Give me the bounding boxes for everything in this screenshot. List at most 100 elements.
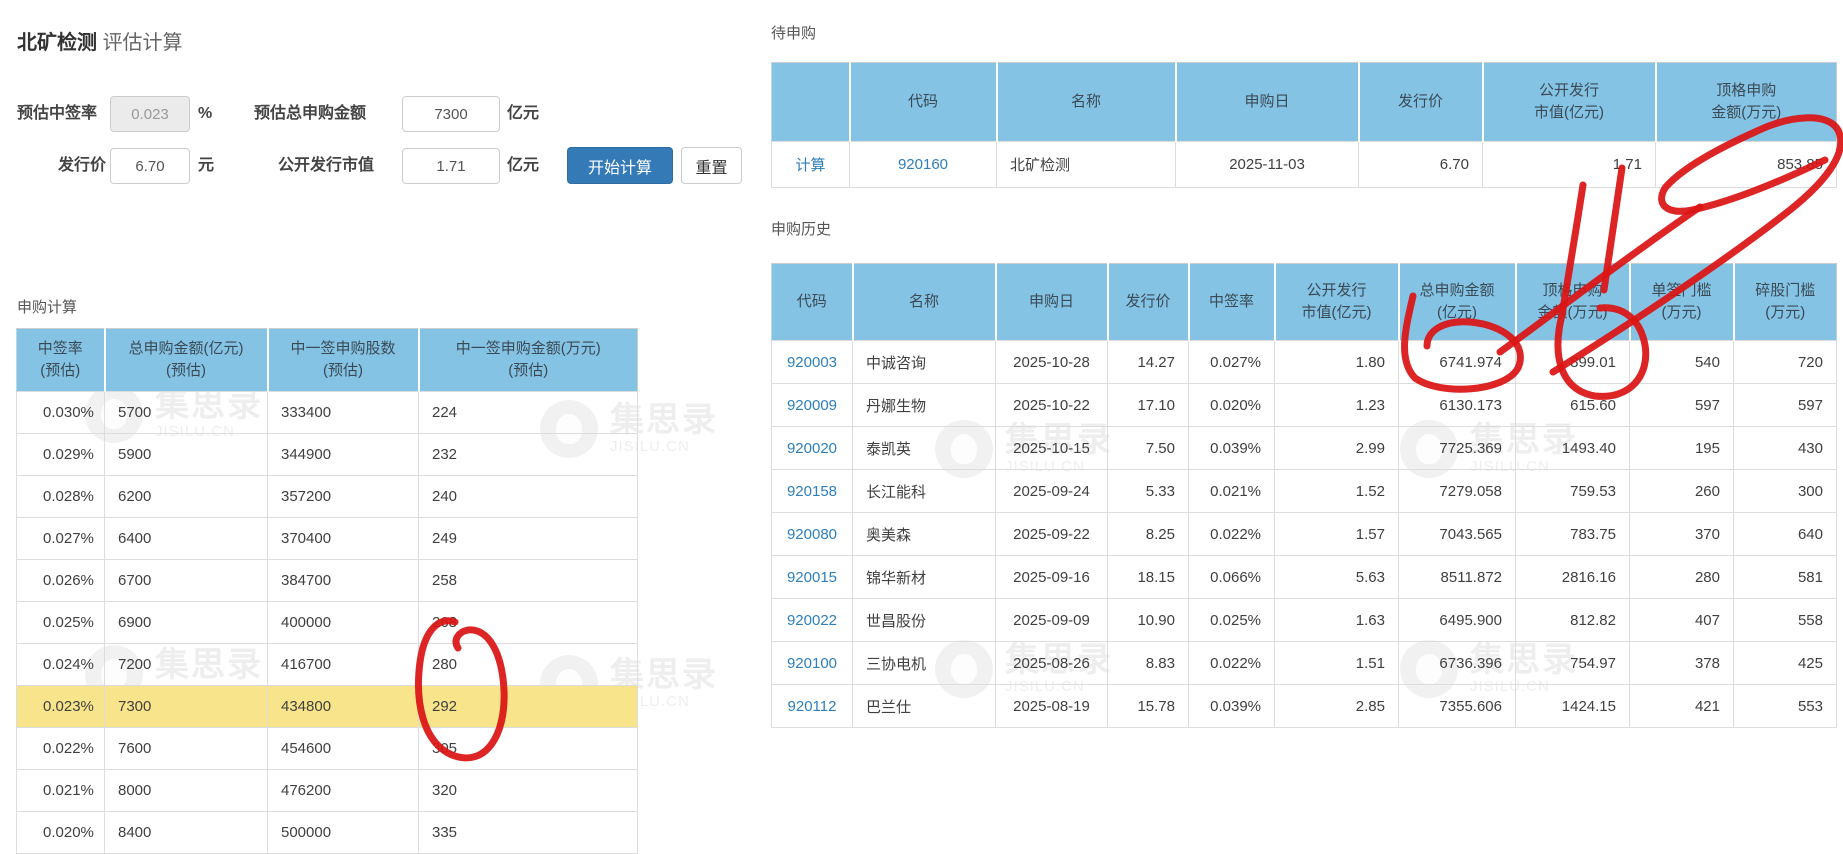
cell: 258: [419, 560, 638, 602]
cell: 720: [1734, 341, 1837, 384]
cell[interactable]: 920158: [772, 470, 853, 513]
cell: 6200: [105, 476, 268, 518]
stock-code-link[interactable]: 920158: [787, 483, 837, 500]
cell: 0.026%: [17, 560, 105, 602]
stock-code-link[interactable]: 920003: [787, 354, 837, 371]
stock-code-link[interactable]: 920015: [787, 569, 837, 586]
cell: 597: [1734, 384, 1837, 427]
cell: 0.025%: [17, 602, 105, 644]
table-row: 920022世昌股份2025-09-0910.900.025%1.636495.…: [772, 599, 1837, 642]
cell[interactable]: 920080: [772, 513, 853, 556]
cell[interactable]: 920003: [772, 341, 853, 384]
column-header: 中签率 (预估): [17, 329, 105, 392]
cell: 1.63: [1275, 599, 1399, 642]
issue-price-input[interactable]: [110, 148, 190, 184]
table-row: 0.028%6200357200240: [17, 476, 638, 518]
table-row: 0.021%8000476200320: [17, 770, 638, 812]
column-header: 公开发行 市值(亿元): [1275, 264, 1399, 341]
cell: 853.85: [1656, 142, 1837, 188]
cell: 6400: [105, 518, 268, 560]
table-row: 0.026%6700384700258: [17, 560, 638, 602]
column-header: 申购日: [1176, 63, 1359, 142]
history-table-header: 代码 名称 申购日 发行价 中签率 公开发行 市值(亿元) 总申购金额 (亿元)…: [772, 264, 1837, 341]
cell[interactable]: 920015: [772, 556, 853, 599]
stock-code-link[interactable]: 920112: [788, 698, 837, 715]
stock-code-link[interactable]: 920160: [898, 156, 948, 173]
cell: 305: [419, 728, 638, 770]
cell: 899.01: [1516, 341, 1630, 384]
column-header: 总申购金额 (亿元): [1399, 264, 1516, 341]
cell[interactable]: 920009: [772, 384, 853, 427]
cell: 8000: [105, 770, 268, 812]
cell: 1.80: [1275, 341, 1399, 384]
column-header: 顶格申购 金额(万元): [1516, 264, 1630, 341]
cell: 240: [419, 476, 638, 518]
cell: 759.53: [1516, 470, 1630, 513]
table-row: 0.022%7600454600305: [17, 728, 638, 770]
cell: 锦华新材: [853, 556, 996, 599]
cell: 0.023%: [17, 686, 105, 728]
table-row: 0.024%7200416700280: [17, 644, 638, 686]
cell: 280: [419, 644, 638, 686]
cell: 巴兰仕: [853, 685, 996, 728]
cell: 7200: [105, 644, 268, 686]
cell: 2025-10-22: [996, 384, 1108, 427]
cell: 421: [1630, 685, 1734, 728]
cell[interactable]: 920112: [772, 685, 853, 728]
table-row: 920003中诚咨询2025-10-2814.270.027%1.806741.…: [772, 341, 1837, 384]
column-header: 中一签申购股数 (预估): [268, 329, 419, 392]
cell: 300: [1734, 470, 1837, 513]
cell: 2025-08-19: [996, 685, 1108, 728]
cell: 2025-09-22: [996, 513, 1108, 556]
total-amount-label: 预估总申购金额: [254, 96, 366, 132]
stock-code-link[interactable]: 920100: [787, 655, 837, 672]
table-row: 0.030%5700333400224: [17, 392, 638, 434]
cell: 5900: [105, 434, 268, 476]
cell: 6900: [105, 602, 268, 644]
cell[interactable]: 920160: [850, 142, 997, 188]
cell: 430: [1734, 427, 1837, 470]
cell: 14.27: [1108, 341, 1189, 384]
cell: 0.030%: [17, 392, 105, 434]
cell: 615.60: [1516, 384, 1630, 427]
cell: 2025-09-16: [996, 556, 1108, 599]
cell: 三协电机: [853, 642, 996, 685]
stock-code-link[interactable]: 920080: [787, 526, 837, 543]
cell: 0.027%: [17, 518, 105, 560]
total-amount-input[interactable]: [402, 96, 500, 132]
reset-button[interactable]: 重置: [681, 147, 742, 184]
cell: 6495.900: [1399, 599, 1516, 642]
stock-code-link[interactable]: 920009: [787, 397, 837, 414]
cell: 8511.872: [1399, 556, 1516, 599]
cell: 0.029%: [17, 434, 105, 476]
cell: 0.022%: [1189, 642, 1275, 685]
table-row: 计算920160北矿检测2025-11-036.701.71853.85: [772, 142, 1837, 188]
cell: 0.022%: [1189, 513, 1275, 556]
rate-input[interactable]: [110, 96, 190, 132]
cell: 7355.606: [1399, 685, 1516, 728]
stock-code-link[interactable]: 920020: [787, 440, 837, 457]
cell: 280: [1630, 556, 1734, 599]
calc-link[interactable]: 计算: [795, 157, 825, 174]
total-amount-unit: 亿元: [507, 96, 539, 132]
history-section-title: 申购历史: [771, 218, 831, 239]
stock-code-link[interactable]: 920022: [787, 612, 837, 629]
cell: 2025-09-24: [996, 470, 1108, 513]
cell: 0.066%: [1189, 556, 1275, 599]
cell[interactable]: 920020: [772, 427, 853, 470]
market-cap-input[interactable]: [402, 148, 500, 184]
cell[interactable]: 920100: [772, 642, 853, 685]
column-header: 碎股门槛 (万元): [1734, 264, 1837, 341]
column-header: 总申购金额(亿元) (预估): [105, 329, 268, 392]
cell: 7043.565: [1399, 513, 1516, 556]
cell[interactable]: 计算: [772, 142, 850, 188]
cell: 2816.16: [1516, 556, 1630, 599]
cell: 320: [419, 770, 638, 812]
cell: 2025-08-26: [996, 642, 1108, 685]
cell: 581: [1734, 556, 1837, 599]
table-row: 0.023%7300434800292: [17, 686, 638, 728]
table-row: 920020泰凯英2025-10-157.500.039%2.997725.36…: [772, 427, 1837, 470]
cell[interactable]: 920022: [772, 599, 853, 642]
start-calculate-button[interactable]: 开始计算: [567, 147, 673, 184]
cell: 泰凯英: [853, 427, 996, 470]
